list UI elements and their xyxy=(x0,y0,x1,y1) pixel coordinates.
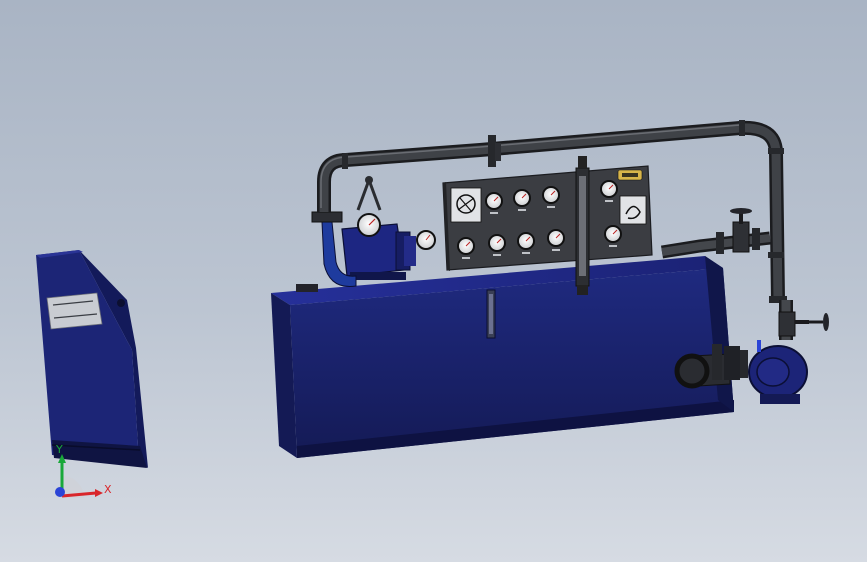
triad-y-label: Y xyxy=(56,443,63,456)
lifting-bracket xyxy=(356,175,382,211)
hydraulic-tank[interactable] xyxy=(271,256,734,458)
panel-diagram-decal-right xyxy=(619,195,647,225)
filler-cap[interactable] xyxy=(296,284,318,292)
control-cabinet[interactable] xyxy=(36,250,148,468)
gate-valve-upper[interactable] xyxy=(730,208,752,253)
triad-x-label: X xyxy=(104,483,112,496)
panel-diagram-decal-left xyxy=(450,187,482,223)
z-axis-dot xyxy=(55,487,65,497)
graphics-viewport[interactable]: Y X xyxy=(0,0,867,562)
flowmeter-column[interactable] xyxy=(575,156,590,295)
gate-valve-lower[interactable] xyxy=(778,311,829,337)
cad-model-view[interactable] xyxy=(0,0,867,562)
cabinet-nameplate xyxy=(46,292,103,330)
cabinet-latch[interactable] xyxy=(117,299,125,307)
cabinet-front xyxy=(36,250,139,462)
panel-logo-badge xyxy=(617,169,643,181)
